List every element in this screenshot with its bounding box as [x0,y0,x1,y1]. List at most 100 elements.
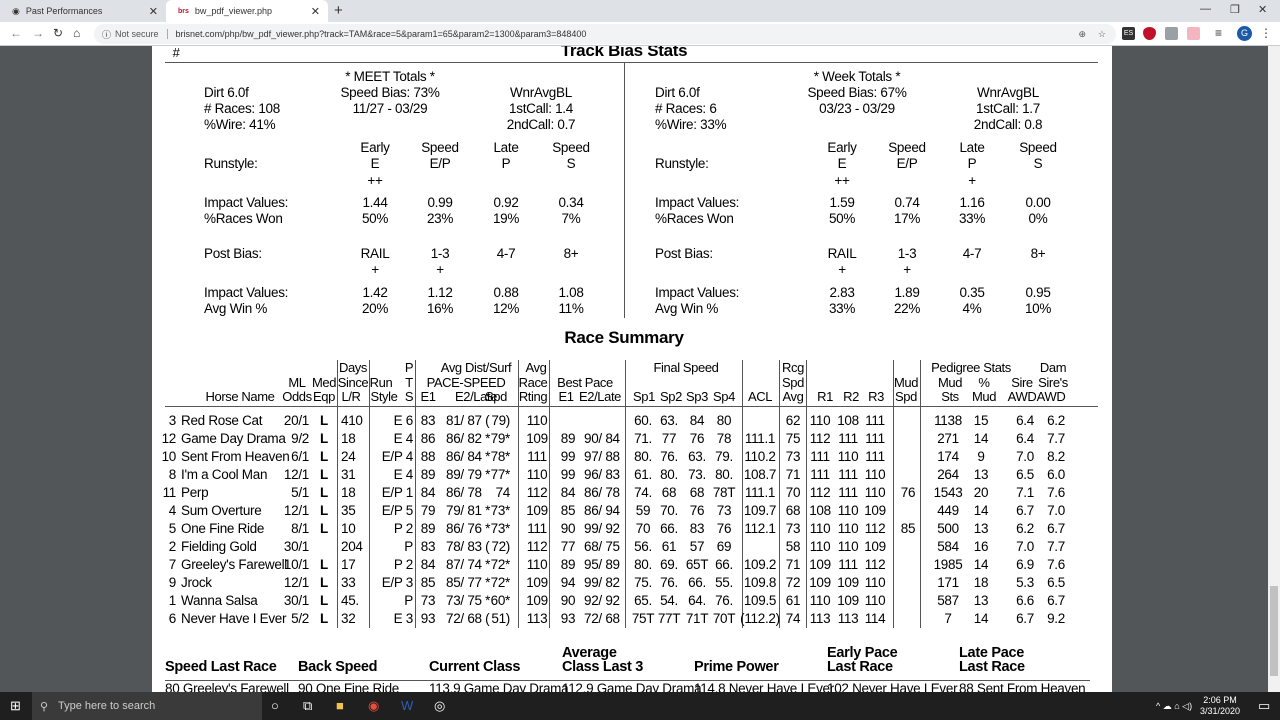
zoom-icon[interactable]: ⊕ [1078,29,1086,40]
column-header: Mud [893,375,919,390]
table-cell: 111 [838,431,858,446]
back-button[interactable]: ← [10,26,22,40]
horse-name: Game Day Drama [181,431,286,446]
scrollbar-thumb[interactable] [1270,586,1278,676]
close-tab-icon[interactable]: ✕ [311,5,320,18]
close-window-button[interactable]: ✕ [1258,3,1267,16]
close-tab-icon[interactable]: ✕ [149,5,158,18]
table-cell: 89 [560,557,576,572]
column-header: Sp2 [660,389,682,404]
restore-button[interactable]: ❐ [1230,3,1240,16]
runstyle-col-head: Late [493,140,519,155]
races-won-value: 19% [492,211,520,226]
column-header: R1 [817,389,833,404]
avg-win-value: 33% [828,301,856,316]
table-cell: L [320,449,328,464]
avg-win-label: Avg Win % [204,301,268,316]
table-cell: 108 [809,503,831,518]
menu-icon[interactable]: ⋮ [1260,26,1272,40]
table-cell: 71. [634,431,652,446]
bookmark-star-icon[interactable]: ☆ [1098,29,1106,40]
table-cell: 111 [527,449,547,464]
column-divider [415,360,416,628]
taskbar-search[interactable]: ⚲ Type here to search [32,692,262,720]
table-cell: 73* [490,503,511,518]
extension-es-icon[interactable]: ES [1122,27,1135,40]
post-mark: + [371,262,379,277]
clock[interactable]: 2:06 PM 3/31/2020 [1200,695,1240,717]
table-cell: 76. [660,449,678,464]
table-cell: 68 [689,485,705,500]
minimize-button[interactable]: — [1200,3,1211,15]
table-cell: E/P 5 [381,503,414,518]
forward-button[interactable]: → [32,26,44,40]
table-cell: 14 [973,611,989,626]
runstyle-mark: + [968,173,976,188]
file-explorer-icon[interactable]: ■ [336,698,344,713]
column-header: Spd [782,375,804,390]
table-cell: 108 [837,413,859,428]
table-cell: 110 [864,485,886,500]
cortana-icon[interactable]: ○ [271,698,279,713]
column-header: Avg Dist/Surf [440,360,512,375]
table-cell: 1138 [934,413,962,428]
chrome-icon[interactable]: ◉ [368,698,379,714]
leader-value: 90 One Fine Ride [298,681,400,693]
extension-pig-icon[interactable] [1187,27,1200,40]
address-bar[interactable]: ⓘ Not secure brisnet.com/php/bw_pdf_view… [94,24,1116,44]
runstyle-col-code: E [837,156,847,171]
table-cell: 99 [560,449,576,464]
horse-name: Red Rose Cat [181,413,263,428]
races-won-label: %Races Won [204,211,283,226]
table-cell: 7.0 [1047,503,1065,518]
table-cell: 6.2 [1016,521,1034,536]
races-won-value: 7% [561,211,581,226]
reload-button[interactable]: ↻ [53,26,63,40]
word-icon[interactable]: W [401,698,413,713]
media-icon[interactable]: ≡ [1215,26,1222,40]
tab-past-performances[interactable]: ◉ Past Performances ✕ [0,0,166,22]
bias-heading: * MEET Totals * [345,69,435,84]
tab-pdf-viewer[interactable]: brs bw_pdf_viewer.php ✕ [166,0,328,22]
search-placeholder: Type here to search [58,700,156,712]
table-cell: 96/ 83 [584,467,620,482]
column-header: Sp1 [633,389,655,404]
windows-start-icon[interactable]: ⊞ [10,698,21,714]
date: 3/31/2020 [1199,706,1240,716]
impact-value: 1.89 [894,285,920,300]
notifications-icon[interactable]: ▭ [1258,698,1270,714]
profile-avatar[interactable]: G [1237,26,1252,41]
table-cell: 6.0 [1047,467,1065,482]
table-cell: 74 [495,485,511,500]
table-cell: 410 [341,413,363,428]
scrollbar[interactable] [1268,46,1280,692]
table-cell: 6.4 [1016,431,1034,446]
home-button[interactable]: ⌂ [73,26,80,40]
info-icon[interactable]: ⓘ [102,28,111,41]
impact-label: Impact Values: [655,285,740,300]
extension-icon[interactable] [1165,27,1178,40]
runstyle-col-head: Late [959,140,985,155]
table-cell: L [320,485,328,500]
table-cell: 86/ 76 * [446,521,491,536]
runstyle-label: Runstyle: [655,156,709,171]
table-cell: 85/ 77 * [446,575,491,590]
table-cell: 7.7 [1047,431,1065,446]
task-view-icon[interactable]: ⧉ [303,698,312,714]
horse-name: Jrock [181,575,212,590]
table-cell: 51) [491,611,510,626]
table-cell: 111 [527,521,547,536]
table-cell: L [320,521,328,536]
system-tray-icons[interactable]: ^ ☁ ⌂ ◁) [1156,701,1192,712]
obs-icon[interactable]: ◎ [434,698,445,714]
post-position: 8+ [1030,246,1046,261]
impact-value: 1.16 [959,195,985,210]
leader-value: 80 Greeley's Farewell [165,681,289,693]
ublock-icon[interactable] [1143,27,1156,40]
new-tab-button[interactable]: + [334,2,343,19]
table-cell: 79. [715,449,733,464]
table-cell: 77 [661,431,677,446]
table-cell: 6.7 [1016,503,1034,518]
table-cell: 18 [341,431,356,446]
table-cell: 68 [785,503,801,518]
